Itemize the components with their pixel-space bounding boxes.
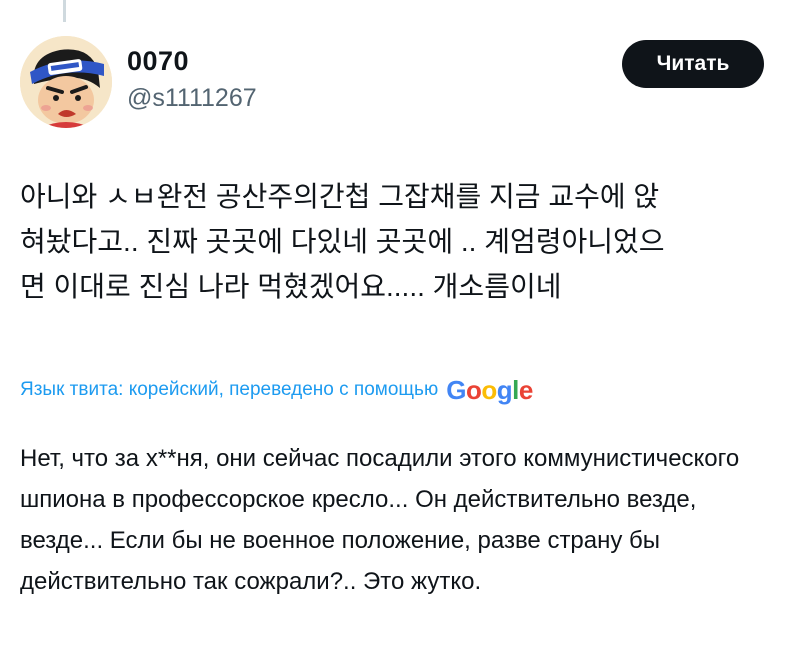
google-logo-letter: o (481, 374, 497, 405)
google-logo-letter: o (465, 374, 482, 405)
translation-attribution: Язык твита: корейский, переведено с помо… (20, 374, 533, 406)
tweet-text: 아니와 ㅅㅂ완전 공산주의간첩 그잡채를 지금 교수에 앉 혀놨다고.. 진짜 … (20, 181, 665, 302)
thread-connector-line (63, 0, 66, 22)
google-logo-letter: G (446, 374, 466, 405)
google-logo-letter: e (518, 374, 533, 405)
cartoon-avatar-icon (20, 36, 112, 128)
google-logo: Google (446, 375, 533, 406)
avatar[interactable] (20, 36, 112, 128)
author-handle[interactable]: @s1111267 (127, 84, 257, 113)
follow-button[interactable]: Читать (622, 40, 764, 88)
google-logo-letter: l (512, 374, 519, 405)
author-display-name[interactable]: 0070 (127, 46, 189, 77)
translated-tweet-text: Нет, что за х**ня, они сейчас посадили э… (20, 445, 740, 595)
google-logo-letter: g (496, 374, 513, 405)
translation-label[interactable]: Язык твита: корейский, переведено с помо… (20, 379, 438, 401)
